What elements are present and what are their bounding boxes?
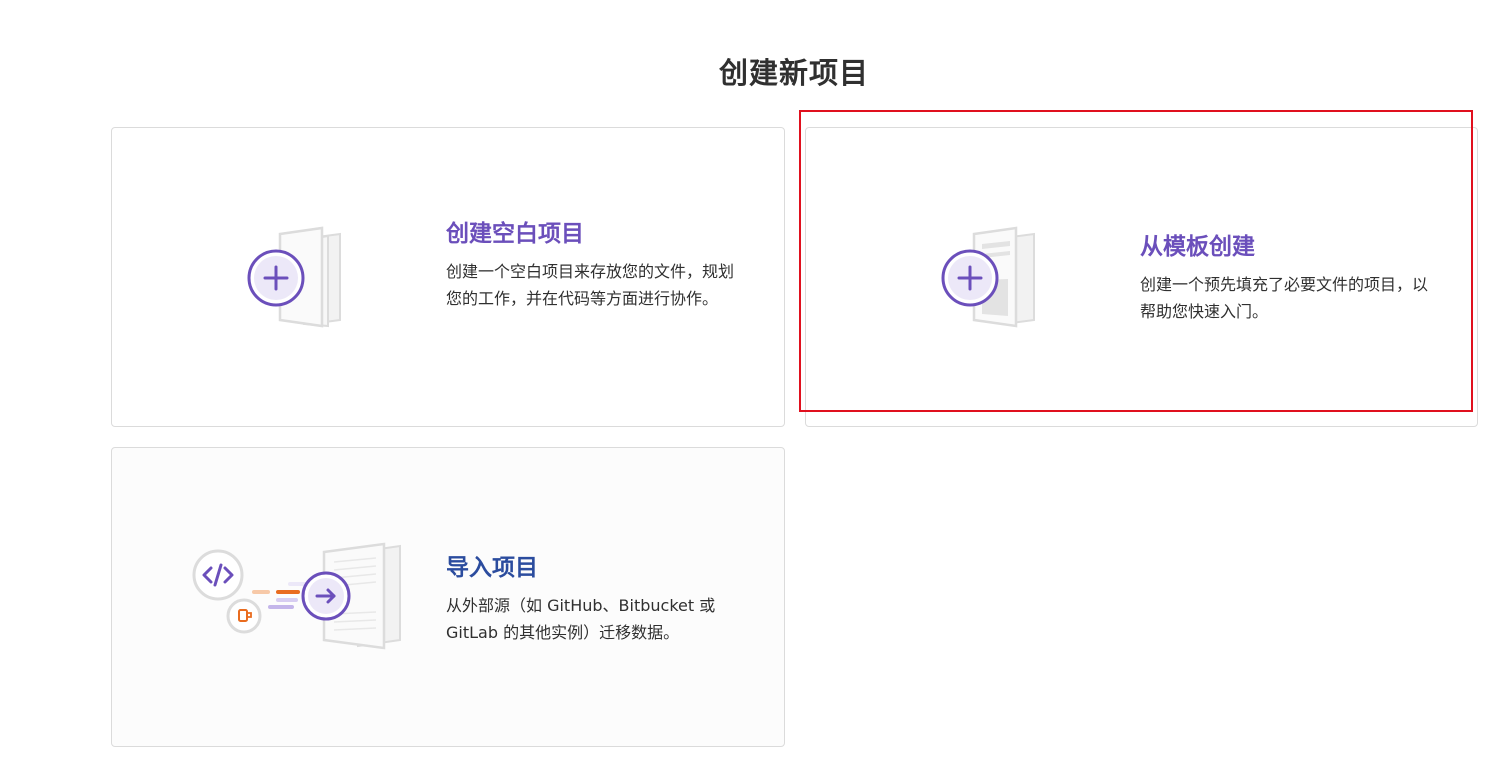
card-title: 创建空白项目 xyxy=(446,221,584,247)
card-title: 导入项目 xyxy=(446,555,538,581)
template-document-icon xyxy=(941,226,1035,328)
blank-project-text: 创建空白项目 创建一个空白项目来存放您的文件，规划您的工作，并在代码等方面进行协… xyxy=(446,218,746,312)
new-project-page: 创建新项目 创建空白项目 创建一个空白项目来存放您的文件，规划您的工作，并在代码… xyxy=(0,0,1505,763)
arrow-right-icon xyxy=(301,571,351,621)
plus-icon xyxy=(247,249,305,307)
repository-icon xyxy=(226,598,262,634)
create-from-template-card[interactable]: 从模板创建 创建一个预先填充了必要文件的项目，以帮助您快速入门。 xyxy=(805,127,1478,427)
create-blank-project-card[interactable]: 创建空白项目 创建一个空白项目来存放您的文件，规划您的工作，并在代码等方面进行协… xyxy=(111,127,785,427)
import-text: 导入项目 从外部源（如 GitHub、Bitbucket 或 GitLab 的其… xyxy=(446,552,746,646)
template-illustration xyxy=(936,224,1056,334)
code-icon xyxy=(192,549,244,601)
template-text: 从模板创建 创建一个预先填充了必要文件的项目，以帮助您快速入门。 xyxy=(1140,231,1430,325)
card-title: 从模板创建 xyxy=(1140,234,1255,260)
import-flow-icon xyxy=(192,542,401,650)
card-description: 创建一个空白项目来存放您的文件，规划您的工作，并在代码等方面进行协作。 xyxy=(446,262,735,308)
plus-icon xyxy=(941,249,999,307)
import-illustration xyxy=(188,540,408,655)
card-description: 从外部源（如 GitHub、Bitbucket 或 GitLab 的其他实例）迁… xyxy=(446,596,716,642)
blank-project-illustration xyxy=(242,224,362,334)
import-project-card[interactable]: 导入项目 从外部源（如 GitHub、Bitbucket 或 GitLab 的其… xyxy=(111,447,785,747)
document-stack-icon xyxy=(247,226,341,328)
page-title: 创建新项目 xyxy=(718,56,869,90)
card-description: 创建一个预先填充了必要文件的项目，以帮助您快速入门。 xyxy=(1140,275,1429,321)
